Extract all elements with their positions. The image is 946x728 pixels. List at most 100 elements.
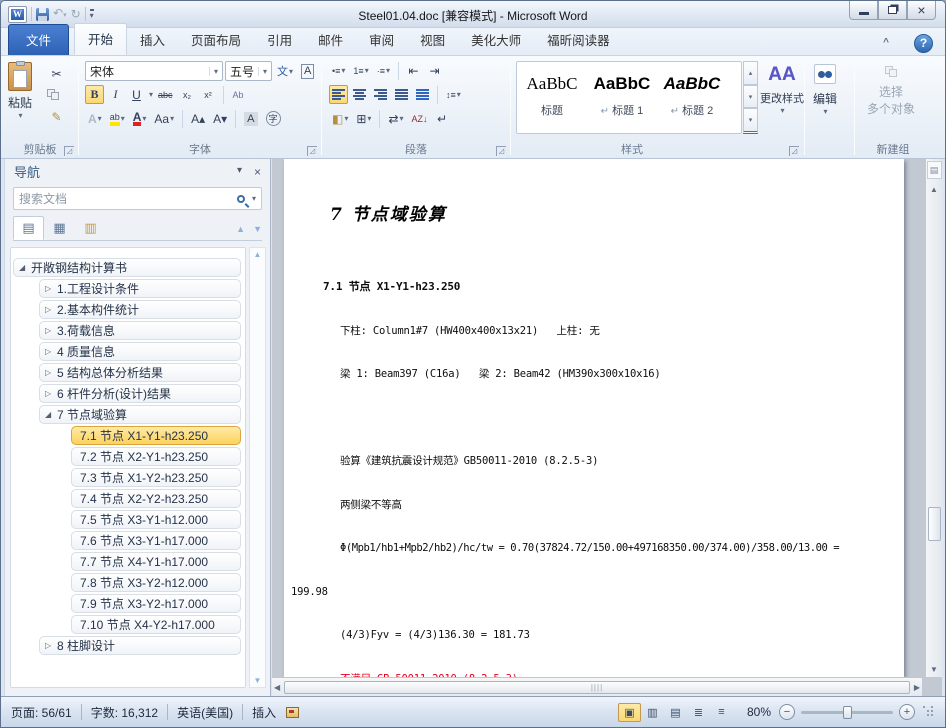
scroll-down-icon[interactable]: ▼ xyxy=(254,676,262,685)
help-button[interactable]: ? xyxy=(914,34,933,53)
horizontal-scrollbar[interactable]: ◀ |||| ▶ xyxy=(272,677,922,696)
grow-font-icon[interactable]: A▴ xyxy=(188,109,208,128)
tree-expand-icon[interactable]: ▷ xyxy=(45,637,51,655)
nav-item[interactable]: 7.5 节点 X3-Y1-h12.000 xyxy=(71,510,241,529)
nav-item[interactable]: ▷5 结构总体分析结果 xyxy=(39,363,241,382)
search-options-icon[interactable]: ▾ xyxy=(252,194,256,203)
scroll-up-icon[interactable]: ▲ xyxy=(930,182,938,197)
justify-button[interactable] xyxy=(392,85,411,104)
print-layout-view-button[interactable]: ▣ xyxy=(618,703,641,722)
font-dialog-launcher[interactable]: ◿ xyxy=(307,146,317,156)
zoom-slider-thumb[interactable] xyxy=(843,706,852,719)
vertical-scroll-thumb[interactable] xyxy=(928,507,941,541)
restore-button[interactable] xyxy=(878,1,907,20)
nav-close-icon[interactable]: × xyxy=(254,165,261,179)
insert-mode-indicator[interactable]: 插入 xyxy=(252,704,276,721)
nav-item[interactable]: 7.4 节点 X2-Y2-h23.250 xyxy=(71,489,241,508)
editing-button[interactable]: 编辑 ▾ xyxy=(813,64,837,116)
tree-expand-icon[interactable]: ▷ xyxy=(45,343,51,361)
tree-expand-icon[interactable]: ▷ xyxy=(45,301,51,319)
horizontal-scroll-thumb[interactable]: |||| xyxy=(284,681,910,694)
asian-layout-icon[interactable]: ⇄▾ xyxy=(385,109,406,128)
fullscreen-reading-view-button[interactable]: ▥ xyxy=(641,703,664,722)
tree-expand-icon[interactable]: ▷ xyxy=(45,280,51,298)
tab-review[interactable]: 审阅 xyxy=(356,25,407,55)
qat-customize-button[interactable]: ▾ xyxy=(90,9,94,19)
show-marks-icon[interactable]: ↵ xyxy=(433,109,452,128)
nav-tab-results[interactable]: ▥ xyxy=(75,216,106,240)
tab-page-layout[interactable]: 页面布局 xyxy=(178,25,254,55)
redo-button[interactable]: ↻ xyxy=(71,6,81,22)
scroll-right-icon[interactable]: ▶ xyxy=(914,680,920,695)
gallery-up-icon[interactable]: ▴ xyxy=(743,61,758,85)
italic-button[interactable]: I xyxy=(106,85,125,104)
search-icon[interactable] xyxy=(237,195,245,203)
previous-heading-icon[interactable]: ▲ xyxy=(236,224,245,234)
nav-item[interactable]: 7.6 节点 X3-Y1-h17.000 xyxy=(71,531,241,550)
shrink-font-icon[interactable]: A▾ xyxy=(210,109,230,128)
format-painter-icon[interactable]: ✎ xyxy=(47,107,66,126)
tree-collapse-icon[interactable]: ◢ xyxy=(19,259,25,277)
vertical-scrollbar[interactable]: ▤ ▲ ▼ xyxy=(925,159,942,677)
tree-expand-icon[interactable]: ▷ xyxy=(45,364,51,382)
tree-collapse-icon[interactable]: ◢ xyxy=(45,406,51,424)
tab-beautify[interactable]: 美化大师 xyxy=(458,25,534,55)
nav-item[interactable]: ▷6 杆件分析(设计)结果 xyxy=(39,384,241,403)
character-shading-icon[interactable]: A xyxy=(241,109,260,128)
gallery-more-icon[interactable]: ▾ xyxy=(743,108,758,134)
highlight-color-icon[interactable]: ab▾ xyxy=(107,109,128,128)
save-button[interactable] xyxy=(36,8,49,21)
nav-item[interactable]: 7.9 节点 X3-Y2-h17.000 xyxy=(71,594,241,613)
nav-tab-pages[interactable]: ▦ xyxy=(44,216,75,240)
nav-item[interactable]: ▷8 柱脚设计 xyxy=(39,636,241,655)
nav-item[interactable]: 7.3 节点 X1-Y2-h23.250 xyxy=(71,468,241,487)
word-count[interactable]: 字数: 16,312 xyxy=(91,704,158,721)
increase-indent-icon[interactable]: ⇥ xyxy=(425,61,444,80)
draft-view-button[interactable]: ≡ xyxy=(710,703,733,722)
zoom-level[interactable]: 80% xyxy=(747,705,771,719)
document-page[interactable]: 7 节点域验算 7.1 节点 X1-Y1-h23.250 下柱: Column1… xyxy=(284,159,904,677)
superscript-button[interactable]: x² xyxy=(199,85,218,104)
numbering-icon[interactable]: 1≡▾ xyxy=(350,61,371,80)
nav-item[interactable]: ▷3.荷载信息 xyxy=(39,321,241,340)
shading-icon[interactable]: ◧▾ xyxy=(329,109,351,128)
collapse-ribbon-icon[interactable]: ^ xyxy=(883,37,889,48)
tab-view[interactable]: 视图 xyxy=(407,25,458,55)
enclose-characters-icon[interactable]: 字 xyxy=(263,109,284,128)
line-spacing-icon[interactable]: ↕≡▾ xyxy=(443,85,464,104)
resize-grip[interactable] xyxy=(923,706,935,718)
font-size-select[interactable]: 五号▾ xyxy=(225,61,272,81)
nav-tab-headings[interactable]: ▤ xyxy=(13,216,44,240)
character-border-icon[interactable]: A xyxy=(298,62,317,81)
undo-button[interactable]: ↶▾ xyxy=(53,5,67,24)
nav-options-icon[interactable]: ▾ xyxy=(237,165,242,179)
ruler-toggle-icon[interactable]: ▤ xyxy=(927,161,942,179)
align-right-button[interactable] xyxy=(371,85,390,104)
word-logo-icon[interactable]: W xyxy=(8,6,27,23)
phonetic-guide-icon[interactable]: 文▾ xyxy=(274,62,296,81)
search-input[interactable]: 搜索文档 ▾ xyxy=(13,187,262,210)
nav-item[interactable]: ◢7 节点域验算 xyxy=(39,405,241,424)
font-color-icon[interactable]: A▾ xyxy=(130,109,150,128)
language-indicator[interactable]: 英语(美国) xyxy=(177,704,233,721)
macro-record-icon[interactable] xyxy=(286,707,299,718)
copy-icon[interactable] xyxy=(47,89,60,101)
navigation-scrollbar[interactable]: ▲ ▼ xyxy=(249,247,266,688)
nav-item[interactable]: ▷2.基本构件统计 xyxy=(39,300,241,319)
scroll-up-icon[interactable]: ▲ xyxy=(254,250,262,259)
decrease-indent-icon[interactable]: ⇤ xyxy=(404,61,423,80)
align-center-button[interactable] xyxy=(350,85,369,104)
bold-button[interactable]: B xyxy=(85,85,104,104)
nav-item[interactable]: 7.2 节点 X2-Y1-h23.250 xyxy=(71,447,241,466)
styles-dialog-launcher[interactable]: ◿ xyxy=(789,146,799,156)
gallery-down-icon[interactable]: ▾ xyxy=(743,85,758,109)
paragraph-dialog-launcher[interactable]: ◿ xyxy=(496,146,506,156)
nav-item[interactable]: ▷4 质量信息 xyxy=(39,342,241,361)
distributed-button[interactable] xyxy=(413,85,432,104)
nav-item[interactable]: ◢开敞钢结构计算书 xyxy=(13,258,241,277)
underline-button[interactable]: U xyxy=(127,85,146,104)
text-effects-icon[interactable]: A▾ xyxy=(85,109,105,128)
tab-file[interactable]: 文件 xyxy=(8,24,69,55)
close-button[interactable]: × xyxy=(907,1,936,20)
multilevel-list-icon[interactable]: ·≡▾ xyxy=(374,61,393,80)
